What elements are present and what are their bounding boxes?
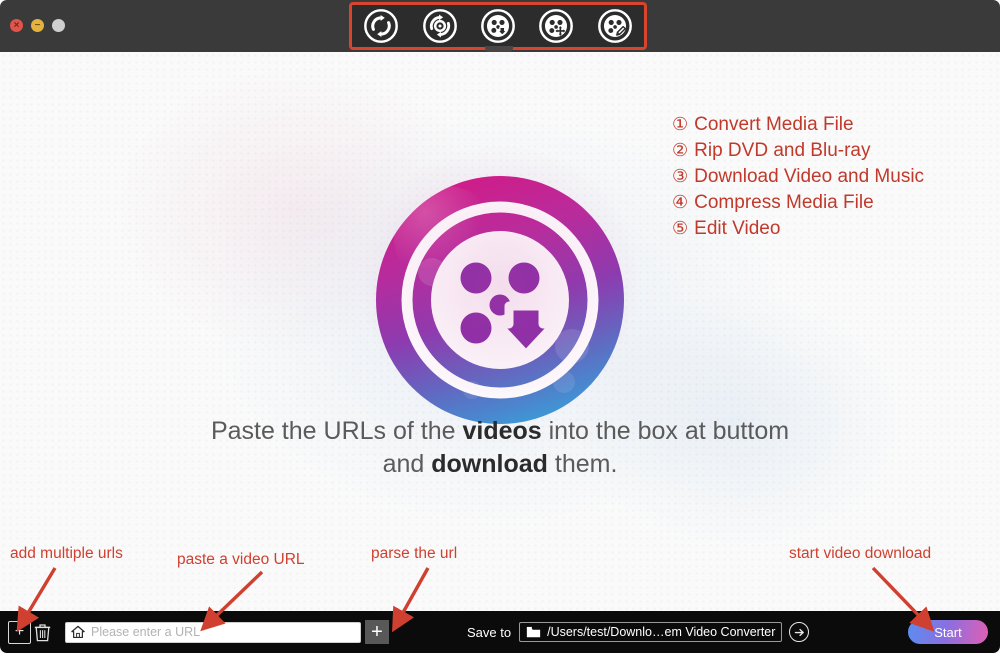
instruction-line-1: Paste the URLs of the videos into the bo…	[0, 415, 1000, 448]
instruction-line2-bold: download	[431, 450, 548, 478]
annotation-start-download: start video download	[789, 545, 932, 562]
download-icon	[481, 9, 515, 43]
feature-number-5: ⑤	[672, 218, 689, 239]
instruction-text: Paste the URLs of the videos into the bo…	[0, 415, 1000, 481]
mode-toolbar	[349, 2, 647, 50]
close-icon: ×	[13, 19, 20, 31]
compress-icon	[539, 9, 574, 43]
instruction-line2-part1: and	[382, 450, 432, 478]
save-path-value: /Users/test/Downlo…em Video Converter	[547, 625, 776, 639]
add-multiple-urls-button[interactable]: +	[8, 620, 31, 644]
feature-number-3: ③	[672, 166, 689, 187]
feature-list: ① Convert Media File ② Rip DVD and Blu-r…	[672, 112, 924, 242]
minimize-icon: −	[34, 19, 41, 31]
toolbar-button-edit[interactable]	[591, 6, 639, 46]
annotation-paste-url: paste a video URL	[177, 551, 305, 568]
feature-label-2: Rip DVD and Blu-ray	[694, 140, 871, 161]
feature-label-4: Compress Media File	[694, 192, 874, 213]
save-to-label: Save to	[467, 624, 512, 640]
bottom-toolbar: + Please enter a URL + Save to /Users/te…	[0, 611, 1000, 653]
maximize-window-button[interactable]	[52, 19, 65, 32]
instruction-line-2: and download them.	[0, 448, 1000, 481]
app-logo	[346, 146, 654, 454]
save-path-field[interactable]: /Users/test/Downlo…em Video Converter	[519, 622, 783, 642]
feature-item: ④ Compress Media File	[672, 190, 924, 216]
feature-number-4: ④	[672, 192, 689, 213]
url-input-field[interactable]: Please enter a URL	[65, 621, 361, 643]
feature-item: ① Convert Media File	[672, 112, 924, 138]
folder-icon	[526, 626, 541, 638]
convert-icon	[364, 9, 399, 43]
open-folder-button[interactable]	[789, 622, 810, 642]
url-input-placeholder: Please enter a URL	[91, 625, 201, 639]
parse-url-button[interactable]: +	[365, 620, 389, 644]
save-to-group: Save to /Users/test/Downlo…em Video Conv…	[467, 622, 810, 642]
toolbar-button-compress[interactable]	[532, 6, 580, 46]
start-button[interactable]: Start	[908, 620, 988, 644]
instruction-line1-bold: videos	[462, 417, 542, 445]
feature-label-5: Edit Video	[694, 218, 781, 239]
feature-number-2: ②	[672, 140, 689, 161]
instruction-line2-part2: them.	[547, 450, 618, 478]
feature-item: ② Rip DVD and Blu-ray	[672, 138, 924, 164]
feature-item: ⑤ Edit Video	[672, 216, 924, 242]
close-window-button[interactable]: ×	[10, 19, 23, 32]
arrow-right-icon	[794, 628, 804, 636]
feature-item: ③ Download Video and Music	[672, 164, 924, 190]
home-icon	[71, 625, 85, 639]
edit-icon	[597, 9, 632, 43]
delete-button[interactable]	[31, 621, 53, 643]
logo-glow	[346, 146, 654, 454]
annotation-add-urls: add multiple urls	[10, 545, 123, 562]
instruction-line1-part1: Paste the URLs of the	[210, 417, 463, 445]
toolbar-button-download[interactable]	[474, 6, 522, 46]
instruction-line1-part2: into the box at buttom	[541, 417, 790, 445]
feature-label-1: Convert Media File	[694, 114, 854, 135]
toolbar-button-rip-dvd[interactable]	[416, 6, 464, 46]
app-window: × − ① Convert Media File ② Rip DVD and B…	[0, 0, 1000, 653]
plus-icon: +	[371, 621, 383, 643]
minimize-window-button[interactable]: −	[31, 19, 44, 32]
plus-icon: +	[14, 623, 25, 640]
annotation-parse-url: parse the url	[371, 545, 458, 562]
rip-dvd-icon	[422, 9, 457, 43]
title-bar: × −	[0, 0, 1000, 52]
toolbar-button-convert[interactable]	[357, 6, 405, 46]
maximize-icon	[52, 19, 65, 32]
feature-label-3: Download Video and Music	[694, 166, 925, 187]
trash-icon	[34, 623, 50, 641]
feature-number-1: ①	[672, 114, 689, 135]
window-controls: × −	[10, 19, 65, 32]
